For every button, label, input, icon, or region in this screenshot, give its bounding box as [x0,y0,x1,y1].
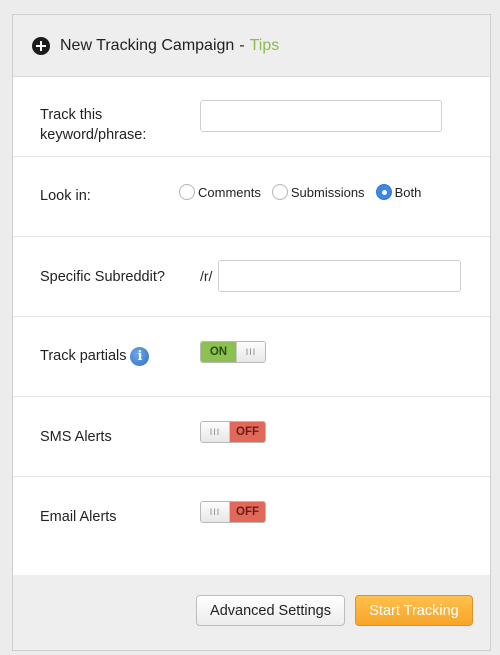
look-in-label: Look in: [40,188,91,204]
keyword-label-line1: Track this [40,107,103,123]
keyword-label-line2: keyword/phrase: [40,127,147,143]
panel-title: New Tracking Campaign [60,36,235,54]
sms-alerts-toggle[interactable]: III OFF [200,421,266,443]
radio-submissions[interactable]: Submissions [271,184,365,200]
toggle-on-state: ON [201,342,236,362]
subreddit-prefix: /r/ [200,268,213,284]
sms-alerts-row: SMS Alerts III OFF [13,397,490,477]
toggle-knob: III [201,502,231,522]
toggle-off-state: OFF [230,422,265,442]
radio-submissions-label: Submissions [290,184,365,200]
title-separator: - [239,36,245,54]
email-alerts-label: Email Alerts [40,509,117,525]
radio-both[interactable]: Both [375,184,422,200]
radio-comments-label: Comments [198,184,261,200]
email-alerts-toggle[interactable]: III OFF [200,501,266,523]
advanced-settings-button[interactable]: Advanced Settings [196,595,345,626]
panel-footer: Advanced Settings Start Tracking [13,575,490,650]
email-alerts-row: Email Alerts III OFF [13,477,490,557]
track-partials-row: Track partials i ON III [13,317,490,397]
subreddit-input[interactable] [218,260,461,292]
sms-alerts-label: SMS Alerts [40,429,112,445]
plus-circle-icon [32,36,50,55]
info-icon[interactable]: i [130,346,150,366]
track-partials-label-group: Track partials i [40,346,150,366]
look-in-row: Look in: Comments Submissions Both [13,157,490,237]
look-in-radio-group: Comments Submissions Both [179,184,432,200]
toggle-knob: III [235,342,265,362]
track-partials-label: Track partials [40,348,127,364]
subreddit-label: Specific Subreddit? [40,269,165,285]
keyword-label: Track this keyword/phrase: [40,105,146,145]
radio-both-label: Both [394,184,422,200]
start-tracking-button[interactable]: Start Tracking [355,595,473,626]
keyword-input[interactable] [200,100,442,132]
panel-header: New Tracking Campaign - Tips [13,15,490,77]
toggle-knob: III [201,422,231,442]
radio-submissions-circle[interactable] [271,184,288,200]
tracking-campaign-panel: New Tracking Campaign - Tips Track this … [12,14,491,651]
tips-link[interactable]: Tips [250,37,280,55]
radio-both-circle[interactable] [375,184,392,200]
subreddit-row: Specific Subreddit? /r/ [13,237,490,317]
keyword-row: Track this keyword/phrase: [13,77,490,157]
toggle-off-state: OFF [230,502,265,522]
radio-comments[interactable]: Comments [179,184,261,200]
radio-comments-circle[interactable] [179,184,195,200]
track-partials-toggle[interactable]: ON III [200,341,266,363]
